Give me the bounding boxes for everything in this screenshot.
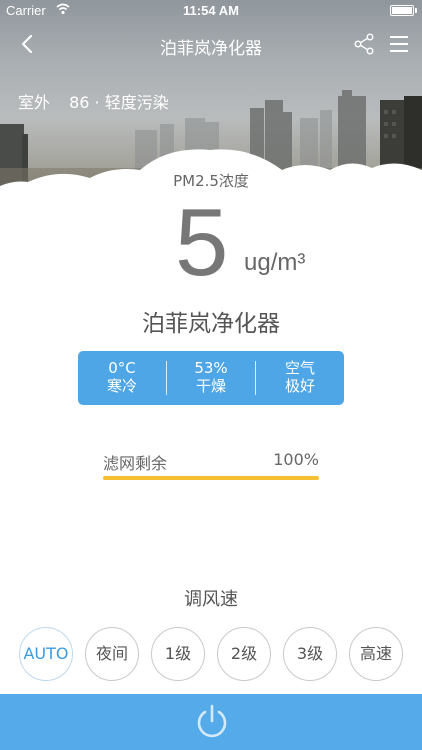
power-icon[interactable] bbox=[194, 703, 230, 741]
battery-icon bbox=[390, 5, 414, 16]
air-quality-item: 空气 极好 bbox=[256, 359, 344, 395]
temperature-desc: 寒冷 bbox=[106, 377, 137, 395]
clock-label: 11:54 AM bbox=[183, 3, 239, 18]
air-quality-desc: 极好 bbox=[284, 377, 315, 395]
pm25-unit: ug/m³ bbox=[244, 249, 306, 276]
fan-speed-level1-button[interactable]: 1级 bbox=[151, 627, 205, 681]
humidity-desc: 干燥 bbox=[195, 377, 226, 395]
outdoor-aqi-value: 86 · 轻度污染 bbox=[69, 93, 169, 112]
fan-speed-level2-button[interactable]: 2级 bbox=[217, 627, 271, 681]
power-bar bbox=[0, 694, 422, 750]
outdoor-label: 室外 bbox=[18, 93, 51, 112]
humidity-value: 53% bbox=[194, 359, 228, 377]
outdoor-air-quality: 室外 86 · 轻度污染 bbox=[18, 89, 175, 113]
humidity-item: 53% 干燥 bbox=[167, 359, 255, 395]
temperature-value: 0°C bbox=[108, 359, 136, 377]
environment-panel: 0°C 寒冷 53% 干燥 空气 极好 bbox=[78, 351, 344, 405]
hamburger-menu-icon[interactable] bbox=[388, 33, 410, 55]
battery-cap bbox=[415, 8, 417, 13]
filter-remaining-value: 100% bbox=[273, 450, 319, 469]
device-name: 泊菲岚净化器 bbox=[142, 311, 280, 337]
air-quality-label: 空气 bbox=[284, 359, 315, 377]
fan-speed-level3-button[interactable]: 3级 bbox=[283, 627, 337, 681]
temperature-item: 0°C 寒冷 bbox=[78, 359, 166, 395]
fan-speed-auto-button[interactable]: AUTO bbox=[19, 627, 73, 681]
status-bar: Carrier 11:54 AM bbox=[0, 0, 422, 22]
filter-progress-fill bbox=[103, 476, 319, 480]
app-screen: Carrier 11:54 AM 泊菲岚净化器 室外 86 · 轻度污染 PM2… bbox=[0, 0, 422, 750]
share-icon[interactable] bbox=[352, 32, 376, 56]
filter-remaining-label: 滤网剩余 bbox=[103, 454, 168, 473]
pm25-value: 5 bbox=[175, 189, 229, 296]
fan-speed-title: 调风速 bbox=[184, 589, 238, 610]
filter-progress-bar bbox=[103, 476, 319, 480]
fan-speed-high-button[interactable]: 高速 bbox=[349, 627, 403, 681]
fan-speed-night-button[interactable]: 夜间 bbox=[85, 627, 139, 681]
navigation-bar: 泊菲岚净化器 bbox=[0, 22, 422, 66]
